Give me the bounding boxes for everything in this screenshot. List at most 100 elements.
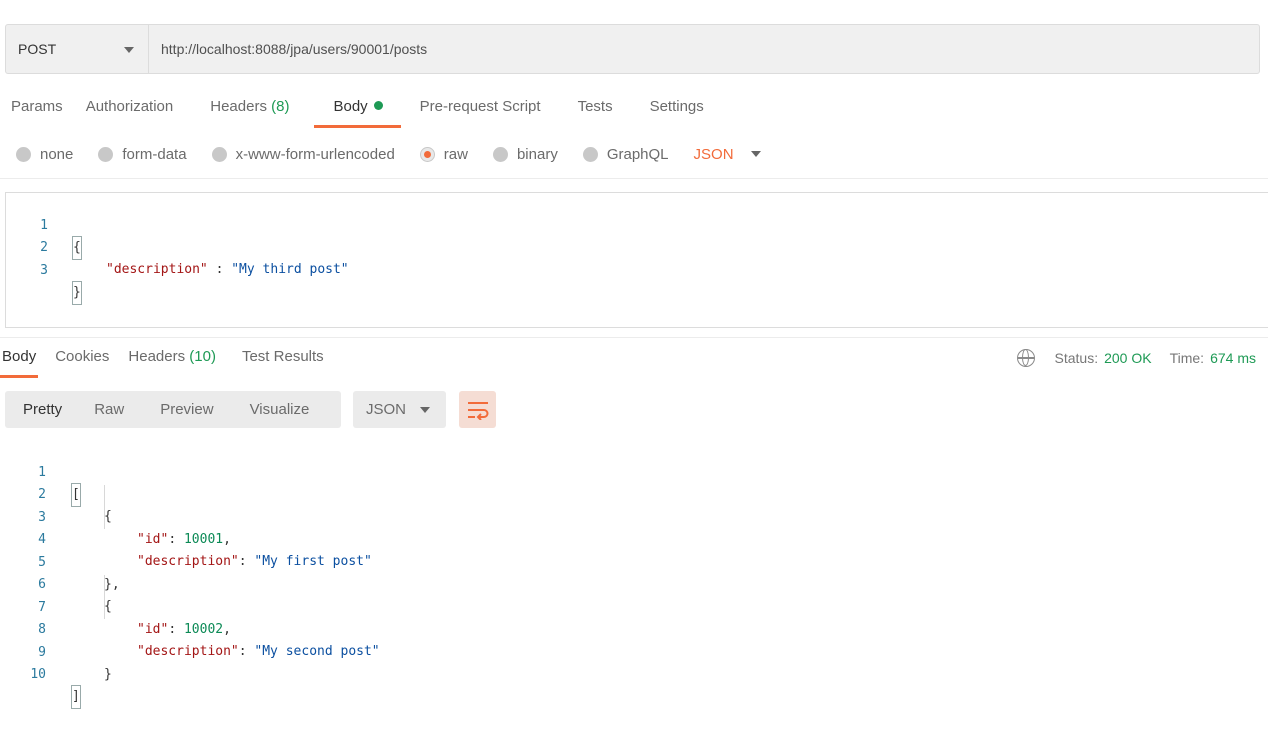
radio-icon (582, 146, 598, 162)
json-key: "id" (137, 532, 169, 547)
url-input[interactable]: http://localhost:8088/jpa/users/90001/po… (149, 25, 1259, 73)
code-text: }, (104, 577, 120, 592)
code-line: 2 "description" : "My third post" (6, 215, 348, 277)
view-preview-button[interactable]: Preview (142, 391, 231, 428)
request-bar: POST http://localhost:8088/jpa/users/900… (5, 24, 1260, 74)
tab-test-results[interactable]: Test Results (242, 338, 324, 378)
json-comma: , (223, 622, 231, 637)
response-status: Status: 200 OK Time: 674 ms (1016, 348, 1256, 368)
radio-checked-icon (419, 146, 435, 162)
json-key: "description" (106, 262, 208, 277)
headers-count: (10) (189, 348, 216, 365)
response-body-viewer[interactable]: 1 [ 2 { 3 "id": 10001, 4 "description": … (0, 440, 1268, 709)
tab-label: Authorization (85, 98, 174, 115)
code-text: "description" : "My third post" (106, 259, 349, 281)
tab-label: Settings (649, 98, 704, 115)
radio-raw[interactable]: raw (419, 145, 468, 163)
tab-response-headers[interactable]: Headers (10) (128, 338, 216, 378)
tab-authorization[interactable]: Authorization (77, 88, 192, 128)
json-colon: : (238, 554, 255, 569)
tab-body[interactable]: Body (314, 88, 401, 128)
json-colon: : (238, 644, 255, 659)
json-key: "description" (137, 554, 239, 569)
code-line: 6 { (0, 552, 112, 614)
tab-label: Body (333, 98, 368, 115)
code-text: "id": 10002, (137, 619, 231, 641)
time-value[interactable]: 674 ms (1210, 350, 1256, 366)
line-number: 10 (30, 667, 46, 682)
tab-tests[interactable]: Tests (560, 88, 631, 128)
radio-label: x-www-form-urlencoded (235, 145, 395, 163)
tab-params[interactable]: Params (0, 88, 77, 128)
radio-form-data[interactable]: form-data (98, 145, 187, 163)
chevron-down-icon (420, 407, 430, 413)
chevron-down-icon (124, 47, 134, 53)
code-line: 2 { (0, 462, 112, 524)
code-line: 7 "id": 10002, (0, 575, 231, 637)
radio-graphql[interactable]: GraphQL (582, 145, 669, 163)
code-text: { (72, 236, 82, 260)
tab-cookies[interactable]: Cookies (55, 338, 109, 378)
radio-label: raw (443, 145, 468, 163)
wrap-lines-button[interactable] (459, 391, 496, 428)
method-select[interactable]: POST (6, 25, 149, 73)
code-text: ] (71, 685, 81, 709)
tab-label: Body (2, 348, 37, 365)
wrap-lines-icon (467, 401, 488, 420)
line-number: 3 (40, 263, 48, 278)
response-format-select[interactable]: JSON (353, 391, 446, 428)
radio-icon (492, 146, 508, 162)
view-raw-button[interactable]: Raw (80, 391, 142, 428)
code-text: "id": 10001, (137, 529, 231, 551)
json-key: "id" (137, 622, 169, 637)
request-body-editor[interactable]: 1 { 2 "description" : "My third post" 3 … (5, 192, 1268, 328)
code-text: [ (71, 483, 81, 507)
globe-icon[interactable] (1016, 349, 1035, 367)
radio-icon (98, 146, 114, 162)
radio-label: form-data (122, 145, 187, 163)
tab-label: Headers (210, 98, 267, 115)
status-label: Status: (1054, 350, 1099, 366)
code-line: 3 } (6, 238, 82, 305)
json-string: "My third post" (231, 262, 349, 277)
code-text: } (72, 281, 82, 305)
chevron-down-icon (750, 151, 761, 157)
code-line: 4 "description": "My first post" (0, 507, 372, 569)
tab-label: Test Results (241, 348, 324, 365)
tab-response-body[interactable]: Body (0, 338, 39, 378)
code-text: "description": "My second post" (137, 641, 380, 663)
body-type-selector: none form-data x-www-form-urlencoded raw… (16, 140, 761, 168)
radio-x-www-form-urlencoded[interactable]: x-www-form-urlencoded (211, 145, 395, 163)
radio-icon (16, 146, 31, 162)
request-tabs: Params Authorization Headers (8) Body Pr… (0, 88, 714, 128)
radio-binary[interactable]: binary (492, 145, 558, 163)
tab-label: Headers (128, 348, 186, 365)
code-text: } (104, 667, 112, 682)
time-label: Time: (1169, 350, 1205, 366)
tab-headers[interactable]: Headers (8) (191, 88, 304, 128)
radio-label: binary (516, 145, 558, 163)
json-separator: : (207, 262, 232, 277)
code-line: 10 ] (0, 642, 81, 709)
json-colon: : (168, 532, 184, 547)
headers-count: (8) (271, 98, 290, 115)
view-visualize-button[interactable]: Visualize (232, 391, 328, 428)
view-pretty-button[interactable]: Pretty (5, 391, 80, 428)
radio-icon (211, 146, 227, 162)
json-number: 10002 (183, 622, 224, 637)
json-colon: : (168, 622, 184, 637)
code-line: 3 "id": 10001, (0, 485, 231, 547)
status-value[interactable]: 200 OK (1104, 350, 1151, 366)
tab-settings[interactable]: Settings (631, 88, 714, 128)
code-line: 9 } (0, 620, 112, 682)
code-text: { (104, 509, 112, 524)
code-text: "description": "My first post" (137, 551, 372, 573)
radio-label: none (40, 145, 74, 163)
response-format-label: JSON (366, 401, 407, 418)
code-line: 8 "description": "My second post" (0, 597, 379, 659)
radio-none[interactable]: none (16, 146, 73, 163)
json-string: "My first post" (254, 554, 372, 569)
tab-pre-request-script[interactable]: Pre-request Script (401, 88, 560, 128)
body-format-select[interactable]: JSON (694, 146, 761, 163)
radio-label: GraphQL (606, 145, 669, 163)
